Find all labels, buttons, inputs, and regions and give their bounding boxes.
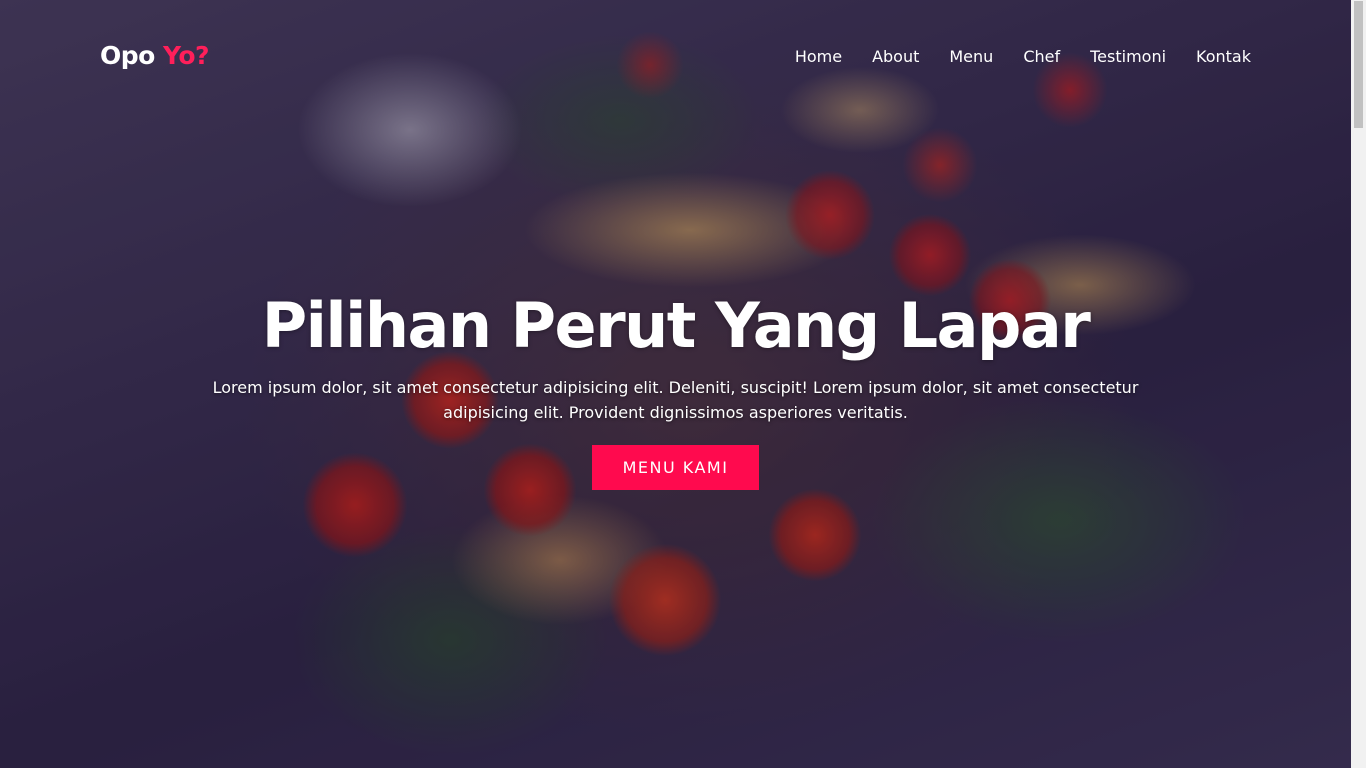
nav-link-home[interactable]: Home [795, 47, 842, 66]
nav-link-chef[interactable]: Chef [1023, 47, 1060, 66]
brand-name-primary: Opo [100, 41, 155, 70]
nav-link-about[interactable]: About [872, 47, 919, 66]
navbar: Opo Yo? Home About Menu Chef Testimoni K… [0, 0, 1351, 115]
nav-item: Testimoni [1090, 47, 1166, 66]
menu-kami-button[interactable]: MENU KAMI [592, 445, 759, 490]
brand-logo[interactable]: Opo Yo? [100, 41, 210, 70]
nav-item: About [872, 47, 919, 66]
nav-link-testimoni[interactable]: Testimoni [1090, 47, 1166, 66]
page-scrollbar[interactable] [1351, 0, 1366, 768]
scrollbar-thumb[interactable] [1354, 1, 1363, 128]
nav-link-menu[interactable]: Menu [949, 47, 993, 66]
nav-item: Menu [949, 47, 993, 66]
nav-menu: Home About Menu Chef Testimoni Kontak [795, 47, 1251, 66]
hero-title: Pilihan Perut Yang Lapar [261, 289, 1091, 362]
nav-item: Home [795, 47, 842, 66]
brand-name-accent: Yo? [163, 41, 210, 70]
nav-link-kontak[interactable]: Kontak [1196, 47, 1251, 66]
nav-item: Chef [1023, 47, 1060, 66]
page: Opo Yo? Home About Menu Chef Testimoni K… [0, 0, 1366, 768]
hero-description: Lorem ipsum dolor, sit amet consectetur … [212, 378, 1139, 422]
nav-item: Kontak [1196, 47, 1251, 66]
hero-section: Pilihan Perut Yang Lapar Lorem ipsum dol… [0, 283, 1351, 490]
